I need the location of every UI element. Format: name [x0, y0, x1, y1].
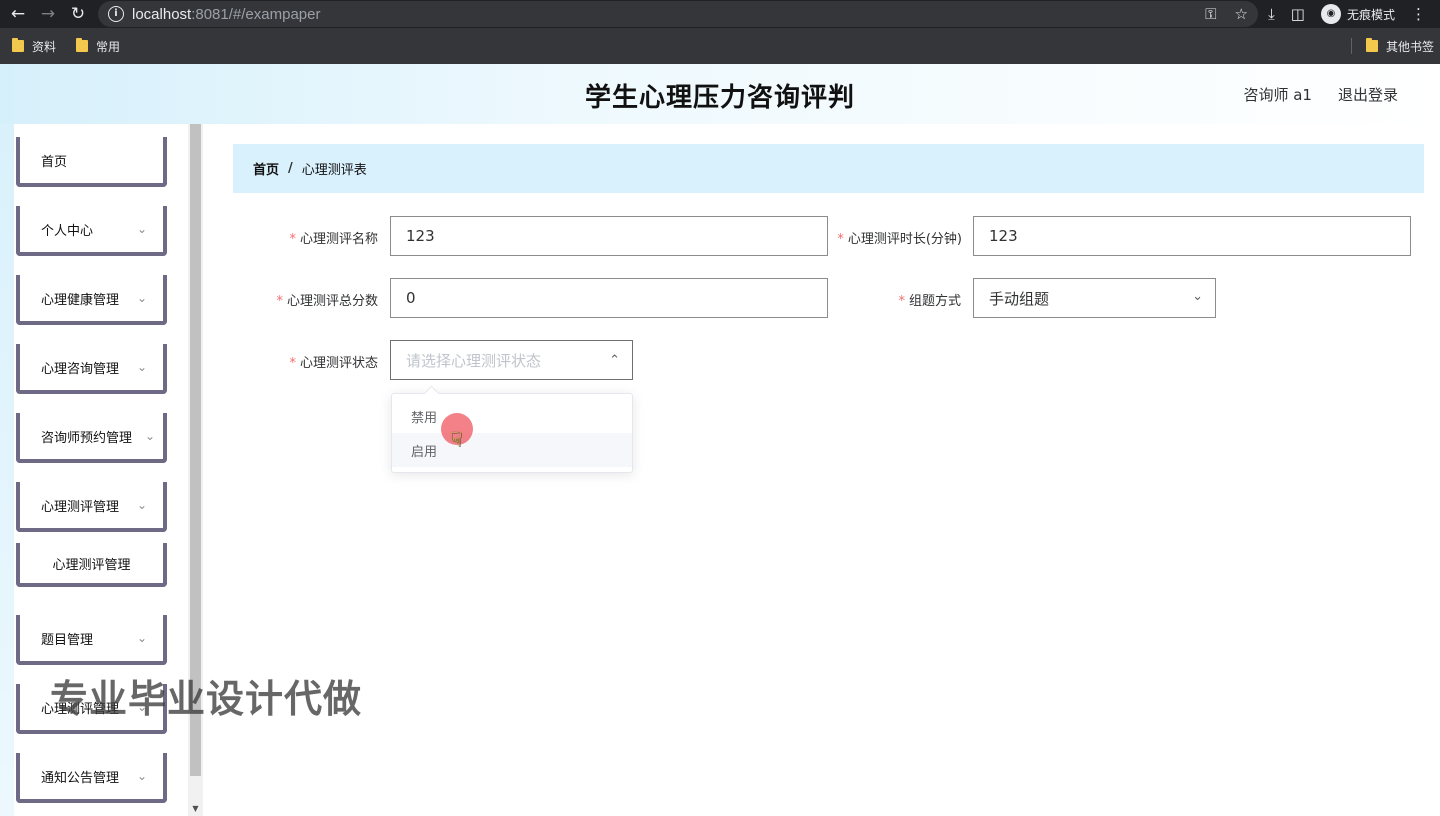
browser-toolbar: ← → ↻ i localhost:8081/#/exampaper ⚿ ☆ ⤓…	[0, 0, 1440, 28]
status-label: * 心理测评状态	[289, 356, 378, 371]
bookmarks-bar: 资料 常用 其他书签	[0, 28, 1440, 64]
duration-label: * 心理测评时长(分钟)	[837, 232, 962, 247]
chevron-down-icon: ⌄	[136, 498, 148, 512]
sidebar-item-home[interactable]: 首页	[16, 137, 167, 187]
incognito-indicator[interactable]: ◉ 无痕模式	[1320, 4, 1395, 24]
incognito-label: 无痕模式	[1346, 7, 1395, 22]
breadcrumb-current: 心理测评表	[301, 163, 367, 178]
sidebar-item-notices[interactable]: 通知公告管理 ⌄	[16, 753, 167, 803]
name-input[interactable]: 123	[390, 216, 828, 256]
chevron-down-icon: ⌄	[136, 291, 148, 305]
chevron-down-icon: ⌄	[144, 429, 156, 443]
key-icon[interactable]: ⚿	[1205, 5, 1216, 23]
status-select[interactable]: 请选择心理测评状态 ⌃	[390, 340, 633, 380]
breadcrumb-separator: /	[288, 161, 293, 176]
breadcrumb-home[interactable]: 首页	[253, 159, 279, 178]
star-icon[interactable]: ☆	[1235, 5, 1248, 23]
sidebar-item-questions[interactable]: 题目管理 ⌄	[16, 615, 167, 665]
forward-arrow-icon[interactable]: →	[36, 2, 60, 26]
status-option-disabled[interactable]: 禁用	[392, 399, 632, 433]
side-panel-icon[interactable]: ◫	[1291, 5, 1305, 23]
method-label: * 组题方式	[898, 294, 961, 309]
url-text[interactable]: localhost:8081/#/exampaper	[132, 6, 320, 23]
sidebar-subitem-assessment[interactable]: 心理测评管理	[16, 543, 167, 587]
watermark: 专业毕业设计代做	[50, 677, 363, 721]
bookmark-folder[interactable]: 常用	[76, 38, 120, 55]
chevron-down-icon: ⌄	[1192, 289, 1203, 304]
folder-icon	[1365, 38, 1378, 52]
status-option-enabled[interactable]: 启用	[392, 433, 632, 467]
duration-input[interactable]: 123	[973, 216, 1411, 256]
back-arrow-icon[interactable]: ←	[6, 2, 30, 26]
chevron-down-icon: ⌄	[136, 222, 148, 236]
scroll-down-arrow-icon[interactable]: ▼	[188, 802, 203, 816]
current-user: 咨询师 a1	[1243, 86, 1312, 104]
app-header: 学生心理压力咨询评判 咨询师 a1 退出登录	[0, 64, 1440, 124]
menu-dots-icon[interactable]: ⋮	[1411, 5, 1426, 23]
app-title: 学生心理压力咨询评判	[584, 83, 855, 113]
total-score-input[interactable]: 0	[390, 278, 828, 318]
method-select[interactable]: 手动组题 ⌄	[973, 278, 1216, 318]
address-bar[interactable]: i localhost:8081/#/exampaper ⚿ ☆	[98, 1, 1258, 27]
sidebar-item-personal-center[interactable]: 个人中心 ⌄	[16, 206, 167, 256]
hand-cursor-icon: ☟	[450, 427, 463, 451]
name-label: * 心理测评名称	[289, 232, 378, 247]
status-dropdown: 禁用 启用	[391, 393, 633, 473]
folder-icon	[76, 38, 89, 52]
total-score-label: * 心理测评总分数	[276, 294, 378, 309]
chevron-down-icon: ⌄	[136, 631, 148, 645]
site-info-icon[interactable]: i	[108, 6, 124, 22]
breadcrumb: 首页 / 心理测评表	[233, 144, 1424, 193]
sidebar-item-consultation[interactable]: 心理咨询管理 ⌄	[16, 344, 167, 394]
other-bookmarks[interactable]: 其他书签	[1365, 38, 1434, 55]
chevron-down-icon: ⌄	[136, 769, 148, 783]
sidebar-item-appointment[interactable]: 咨询师预约管理 ⌄	[16, 413, 167, 463]
reload-icon[interactable]: ↻	[66, 2, 90, 26]
sidebar-decor	[0, 124, 14, 816]
download-icon[interactable]: ⤓	[1268, 5, 1275, 23]
chevron-down-icon: ⌄	[136, 360, 148, 374]
sidebar-item-assessment[interactable]: 心理测评管理 ⌄	[16, 482, 167, 532]
chevron-up-icon: ⌃	[609, 353, 620, 368]
bookmark-folder[interactable]: 资料	[12, 38, 56, 55]
logout-link[interactable]: 退出登录	[1338, 84, 1398, 105]
incognito-icon: ◉	[1320, 4, 1341, 24]
sidebar-item-mental-health[interactable]: 心理健康管理 ⌄	[16, 275, 167, 325]
folder-icon	[12, 38, 24, 52]
